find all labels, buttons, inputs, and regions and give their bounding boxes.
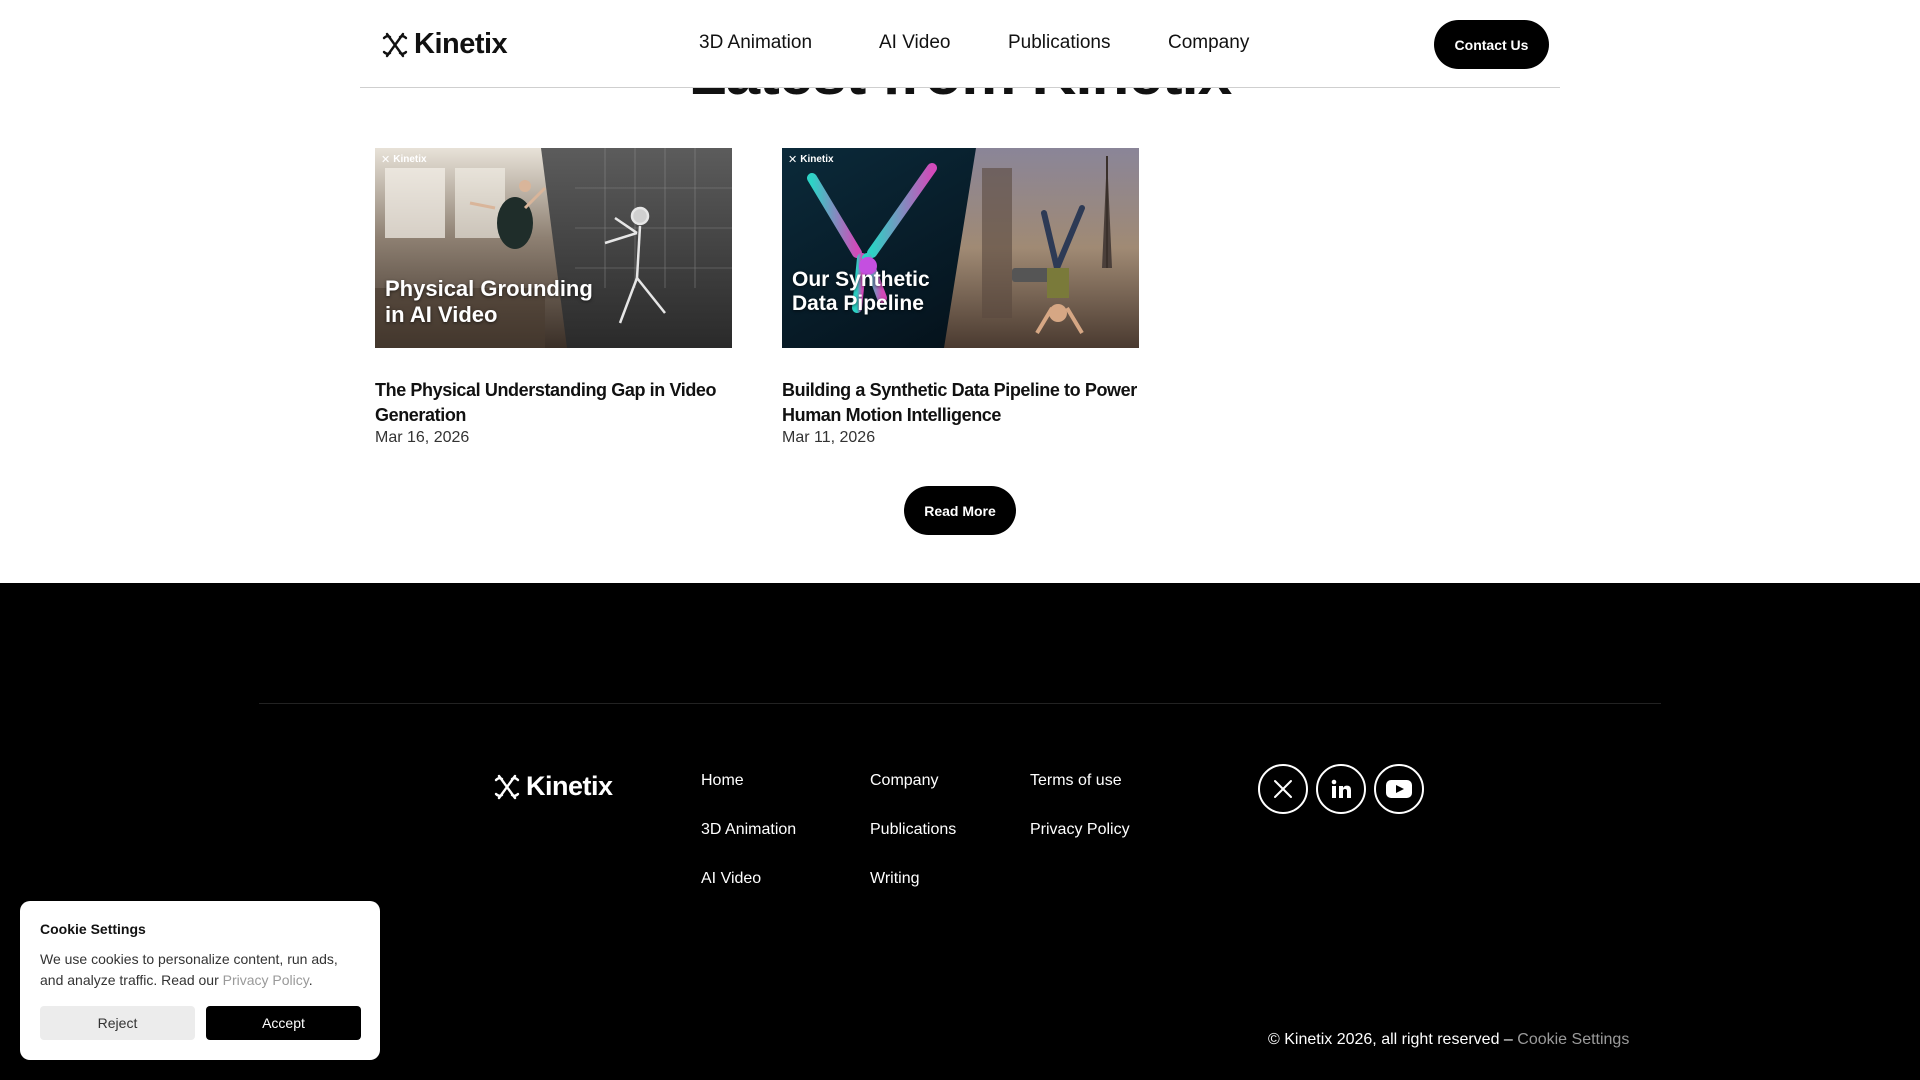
nav-3d-animation[interactable]: 3D Animation [699, 32, 812, 54]
thumbnail-brand: ✕ Kinetix [381, 154, 427, 166]
header-brand-text: Kinetix [414, 28, 508, 60]
cookie-title: Cookie Settings [40, 921, 146, 937]
footer-link-company[interactable]: Company [870, 772, 938, 790]
nav-publications[interactable]: Publications [1008, 32, 1110, 54]
site-header: Kinetix 3D Animation AI Video Publicatio… [360, 0, 1560, 88]
cookie-privacy-link[interactable]: Privacy Policy [223, 972, 309, 988]
kinetix-logo-icon [494, 774, 520, 799]
cookie-accept-button[interactable]: Accept [206, 1006, 361, 1040]
contact-us-button[interactable]: Contact Us [1434, 20, 1549, 69]
thumbnail-caption: Physical Grounding in AI Video [385, 276, 593, 327]
footer-divider [259, 703, 1661, 704]
x-icon[interactable] [1258, 764, 1308, 814]
cookie-banner: Cookie Settings We use cookies to person… [20, 901, 380, 1060]
copyright: © Kinetix 2026, all right reserved – Coo… [1268, 1031, 1630, 1048]
header-logo[interactable]: Kinetix [382, 28, 508, 61]
article-date: Mar 11, 2026 [782, 429, 876, 446]
footer-link-writing[interactable]: Writing [870, 870, 920, 888]
thumbnail-caption: Our Synthetic Data Pipeline [792, 268, 930, 315]
nav-company[interactable]: Company [1168, 32, 1249, 54]
footer-logo[interactable]: Kinetix [494, 771, 613, 802]
article-title[interactable]: Building a Synthetic Data Pipeline to Po… [782, 378, 1139, 428]
synthetic-pipeline-thumbnail-image [782, 148, 1139, 348]
article-date: Mar 16, 2026 [375, 429, 470, 446]
footer-link-home[interactable]: Home [701, 772, 744, 790]
cookie-text: We use cookies to personalize content, r… [40, 951, 338, 988]
footer-link-privacy[interactable]: Privacy Policy [1030, 821, 1130, 839]
read-more-button[interactable]: Read More [904, 486, 1016, 535]
footer-link-terms[interactable]: Terms of use [1030, 772, 1122, 790]
article-thumbnail: ✕ Kinetix Physical Grounding in AI Video [375, 148, 732, 348]
article-card[interactable]: ✕ Kinetix Our Synthetic Data Pipeline Bui… [782, 148, 1139, 447]
cookie-buttons: Reject Accept [40, 1006, 361, 1040]
footer-cookie-settings-link[interactable]: Cookie Settings [1517, 1031, 1629, 1048]
footer-link-publications[interactable]: Publications [870, 821, 956, 839]
nav-ai-video[interactable]: AI Video [879, 32, 950, 54]
cookie-reject-button[interactable]: Reject [40, 1006, 195, 1040]
thumbnail-brand: ✕ Kinetix [788, 154, 834, 166]
article-thumbnail: ✕ Kinetix Our Synthetic Data Pipeline [782, 148, 1139, 348]
youtube-icon[interactable] [1374, 764, 1424, 814]
article-card[interactable]: ✕ Kinetix Physical Grounding in AI Video … [375, 148, 732, 447]
footer-brand-text: Kinetix [526, 771, 613, 801]
footer-link-ai-video[interactable]: AI Video [701, 870, 761, 888]
article-title[interactable]: The Physical Understanding Gap in Video … [375, 378, 732, 428]
footer-link-3d-animation[interactable]: 3D Animation [701, 821, 796, 839]
linkedin-icon[interactable] [1316, 764, 1366, 814]
kinetix-logo-icon [382, 32, 408, 57]
